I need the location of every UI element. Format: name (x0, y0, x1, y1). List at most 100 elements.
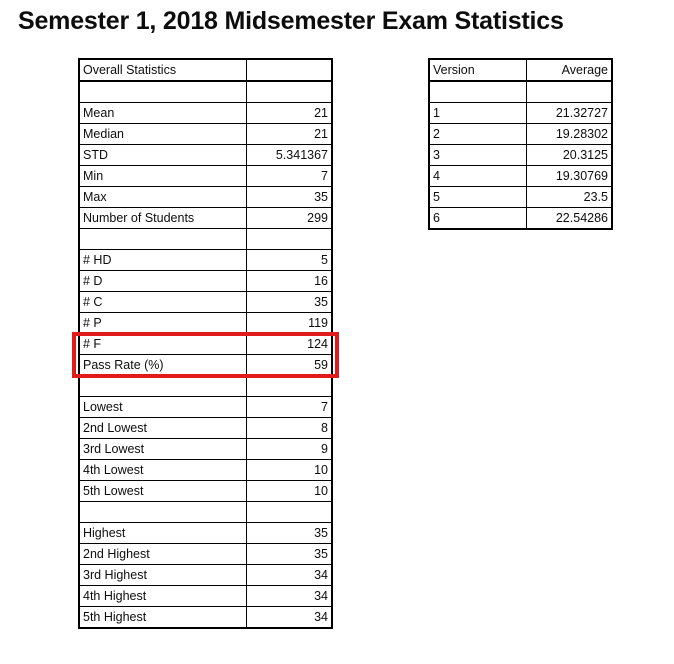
row-value: 22.54286 (526, 207, 613, 230)
row-label: Number of Students (78, 207, 247, 229)
row-label: 1 (428, 102, 527, 124)
row-value: 59 (246, 354, 333, 376)
version-header-label: Version (428, 58, 527, 82)
table-row: 2nd Highest 35 (78, 543, 333, 565)
table-row: 4 19.30769 (428, 165, 613, 187)
row-label: 3 (428, 144, 527, 166)
table-header-row: Overall Statistics (78, 58, 333, 82)
overall-statistics-header-label: Overall Statistics (78, 58, 247, 82)
row-label: 6 (428, 207, 527, 230)
table-row: Max 35 (78, 186, 333, 208)
version-average-table: Version Average 1 21.32727 2 19.28302 3 20.31… (428, 58, 613, 230)
row-label: 2 (428, 123, 527, 145)
row-value: 10 (246, 459, 333, 481)
table-row: 2nd Lowest 8 (78, 417, 333, 439)
row-label: 2nd Highest (78, 543, 247, 565)
row-value: 16 (246, 270, 333, 292)
row-label: 4 (428, 165, 527, 187)
row-label: Lowest (78, 396, 247, 418)
table-row: # P 119 (78, 312, 333, 334)
version-average-body: Version Average 1 21.32727 2 19.28302 3 20.31… (428, 58, 613, 230)
table-row: Highest 35 (78, 522, 333, 544)
row-label: # HD (78, 249, 247, 271)
table-row: Number of Students 299 (78, 207, 333, 229)
row-value: 21 (246, 123, 333, 145)
row-value: 7 (246, 396, 333, 418)
row-value: 8 (246, 417, 333, 439)
row-label: # P (78, 312, 247, 334)
table-header-row: Version Average (428, 58, 613, 82)
table-row: 5th Lowest 10 (78, 480, 333, 502)
row-label: Max (78, 186, 247, 208)
table-spacer-row (78, 501, 333, 523)
row-label: Mean (78, 102, 247, 124)
row-label (428, 80, 527, 103)
overall-statistics-body: Overall Statistics Mean 21 Median 21 STD 5.34… (78, 58, 333, 629)
row-label: Pass Rate (%) (78, 354, 247, 376)
table-row: Pass Rate (%) 59 (78, 354, 333, 376)
table-row: # HD 5 (78, 249, 333, 271)
table-row: 3rd Lowest 9 (78, 438, 333, 460)
row-value (246, 375, 333, 397)
row-label (78, 228, 247, 250)
table-row: Mean 21 (78, 102, 333, 124)
table-row: # C 35 (78, 291, 333, 313)
row-value: 7 (246, 165, 333, 187)
row-label: 4th Highest (78, 585, 247, 607)
row-value: 34 (246, 606, 333, 629)
table-row: 5 23.5 (428, 186, 613, 208)
table-row: 5th Highest 34 (78, 606, 333, 629)
row-value: 35 (246, 186, 333, 208)
row-value: 35 (246, 522, 333, 544)
row-label (78, 80, 247, 103)
row-value: 34 (246, 564, 333, 586)
row-label: STD (78, 144, 247, 166)
row-value: 21.32727 (526, 102, 613, 124)
table-row: Min 7 (78, 165, 333, 187)
row-label: 4th Lowest (78, 459, 247, 481)
row-label: # F (78, 333, 247, 355)
row-label: Median (78, 123, 247, 145)
row-value: 20.3125 (526, 144, 613, 166)
row-label (78, 501, 247, 523)
row-label: # C (78, 291, 247, 313)
row-value (246, 80, 333, 103)
table-spacer-row (78, 80, 333, 103)
row-value: 35 (246, 291, 333, 313)
table-row: STD 5.341367 (78, 144, 333, 166)
row-value: 119 (246, 312, 333, 334)
row-value: 5.341367 (246, 144, 333, 166)
row-value: 19.28302 (526, 123, 613, 145)
row-label: 5th Lowest (78, 480, 247, 502)
row-label (78, 375, 247, 397)
table-row: 6 22.54286 (428, 207, 613, 230)
row-label: # D (78, 270, 247, 292)
table-spacer-row (428, 80, 613, 103)
row-value: 19.30769 (526, 165, 613, 187)
table-row: 4th Lowest 10 (78, 459, 333, 481)
row-value: 9 (246, 438, 333, 460)
row-value (246, 228, 333, 250)
row-label: Min (78, 165, 247, 187)
table-row: # D 16 (78, 270, 333, 292)
table-row: Lowest 7 (78, 396, 333, 418)
table-row: # F 124 (78, 333, 333, 355)
row-value (526, 80, 613, 103)
overall-statistics-table: Overall Statistics Mean 21 Median 21 STD 5.34… (78, 58, 333, 629)
overall-statistics-header-value (246, 58, 333, 82)
row-label: 2nd Lowest (78, 417, 247, 439)
row-value: 10 (246, 480, 333, 502)
row-value: 23.5 (526, 186, 613, 208)
row-value: 124 (246, 333, 333, 355)
row-value (246, 501, 333, 523)
table-spacer-row (78, 375, 333, 397)
row-label: 5 (428, 186, 527, 208)
row-value: 5 (246, 249, 333, 271)
row-label: 5th Highest (78, 606, 247, 629)
version-header-value: Average (526, 58, 613, 82)
table-row: 4th Highest 34 (78, 585, 333, 607)
table-row: 3 20.3125 (428, 144, 613, 166)
row-value: 21 (246, 102, 333, 124)
table-row: 1 21.32727 (428, 102, 613, 124)
row-label: 3rd Highest (78, 564, 247, 586)
